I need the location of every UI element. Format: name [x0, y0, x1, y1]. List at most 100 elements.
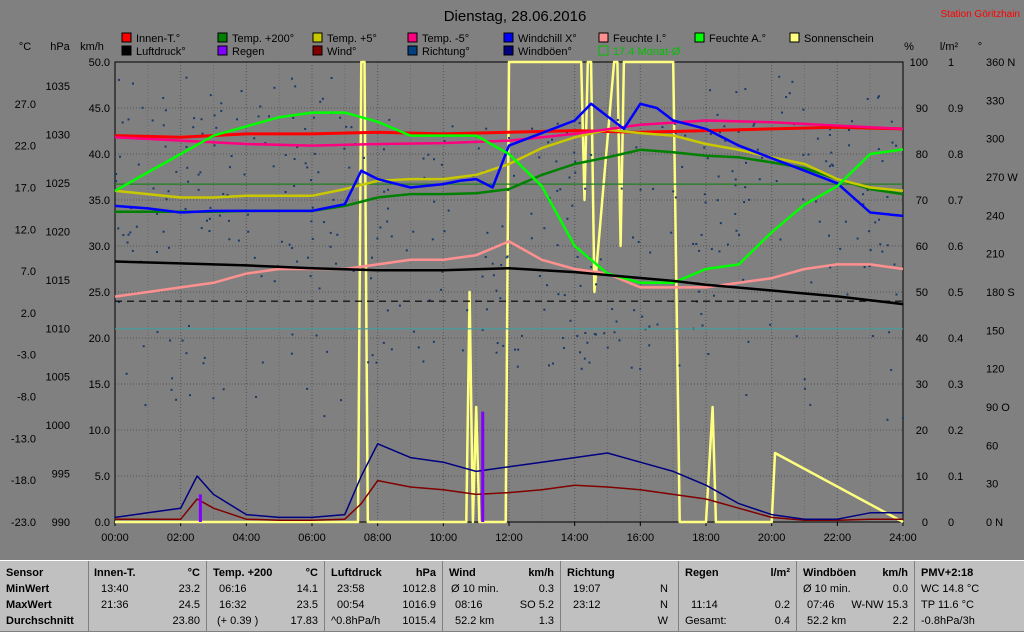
direction-dot	[294, 85, 297, 88]
direction-dot	[652, 187, 655, 190]
direction-dot	[491, 262, 494, 265]
direction-dot	[218, 214, 221, 217]
direction-dot	[743, 201, 746, 204]
direction-dot	[162, 230, 165, 233]
direction-dot	[726, 243, 729, 246]
direction-dot	[132, 82, 135, 85]
direction-dot	[185, 145, 188, 148]
regen-unit: l/m²	[770, 567, 790, 579]
tick-temp: -3.0	[17, 350, 36, 362]
wind-r3-val: 1.3	[538, 615, 554, 627]
chart-title: Dienstag, 28.06.2016	[444, 8, 587, 25]
direction-dot	[246, 213, 249, 216]
boeen-header: Windböen	[803, 567, 857, 579]
temp200-max-time: 16:32	[219, 599, 247, 611]
tick-rain: 0.6	[948, 241, 963, 253]
tick-time: 16:00	[627, 532, 655, 544]
direction-dot	[228, 166, 231, 169]
direction-dot	[630, 366, 633, 369]
direction-dot	[574, 171, 577, 174]
direction-dot	[315, 334, 318, 337]
direction-dot	[816, 137, 819, 140]
legend-label: Richtung°	[422, 46, 470, 58]
tick-time: 14:00	[561, 532, 589, 544]
direction-dot	[127, 118, 130, 121]
direction-dot	[888, 331, 891, 334]
tick-direction: 90 O	[986, 402, 1010, 414]
direction-dot	[309, 275, 312, 278]
direction-dot	[735, 91, 738, 94]
direction-dot	[492, 274, 495, 277]
tick-temp: -13.0	[11, 433, 36, 445]
direction-dot	[292, 116, 295, 119]
direction-dot	[390, 348, 393, 351]
luftdruck-avg: 1015.4	[402, 615, 436, 627]
luftdruck-min-time: 23:58	[337, 583, 365, 595]
direction-dot	[863, 266, 866, 269]
pmv-header: PMV+2:18	[921, 567, 974, 579]
direction-dot	[738, 233, 741, 236]
direction-dot	[495, 289, 498, 292]
direction-dot	[856, 237, 859, 240]
direction-dot	[775, 180, 778, 183]
direction-dot	[648, 344, 651, 347]
direction-dot	[583, 357, 586, 360]
direction-dot	[704, 201, 707, 204]
direction-dot	[125, 372, 128, 375]
direction-dot	[371, 256, 374, 259]
direction-dot	[579, 284, 582, 287]
direction-dot	[175, 170, 178, 173]
direction-dot	[236, 118, 239, 121]
direction-dot	[417, 346, 420, 349]
direction-dot	[466, 309, 469, 312]
tick-direction: 120	[986, 364, 1004, 376]
direction-dot	[701, 324, 704, 327]
direction-dot	[611, 308, 614, 311]
tick-direction: 180 S	[986, 287, 1015, 299]
direction-dot	[802, 198, 805, 201]
direction-dot	[599, 258, 602, 261]
direction-dot	[543, 227, 546, 230]
direction-dot	[695, 242, 698, 245]
direction-dot	[871, 335, 874, 338]
luftdruck-header: Luftdruck	[331, 567, 382, 579]
direction-dot	[586, 341, 589, 344]
tick-time: 18:00	[692, 532, 720, 544]
direction-dot	[709, 133, 712, 136]
direction-dot	[809, 403, 812, 406]
direction-dot	[698, 249, 701, 252]
legend-swatch	[121, 45, 132, 56]
wind-unit: km/h	[528, 567, 554, 579]
direction-dot	[461, 349, 464, 352]
direction-dot	[326, 350, 329, 353]
direction-dot	[517, 348, 520, 351]
tick-rain: 0.4	[948, 333, 963, 345]
direction-dot	[895, 144, 898, 147]
regen-r2-label: 11:14	[691, 599, 718, 611]
direction-dot	[117, 78, 120, 81]
direction-dot	[170, 388, 173, 391]
direction-dot	[674, 196, 677, 199]
direction-dot	[735, 229, 738, 232]
direction-dot	[516, 365, 519, 368]
direction-dot	[633, 309, 636, 312]
direction-dot	[386, 309, 389, 312]
direction-dot	[890, 120, 893, 123]
direction-dot	[175, 398, 178, 401]
direction-dot	[306, 387, 309, 390]
direction-dot	[561, 337, 564, 340]
richtung-r2-label: 23:12	[573, 599, 601, 611]
tick-pressure: 1025	[46, 178, 70, 190]
direction-dot	[709, 89, 712, 92]
legend-swatch	[503, 32, 514, 43]
direction-dot	[185, 352, 188, 355]
direction-dot	[350, 126, 353, 129]
direction-dot	[717, 175, 720, 178]
direction-dot	[639, 188, 642, 191]
direction-dot	[304, 162, 307, 165]
direction-dot	[205, 219, 208, 222]
direction-dot	[318, 287, 321, 290]
direction-dot	[574, 160, 577, 163]
direction-dot	[127, 233, 130, 236]
boeen-r1-val: 0.0	[892, 583, 908, 595]
